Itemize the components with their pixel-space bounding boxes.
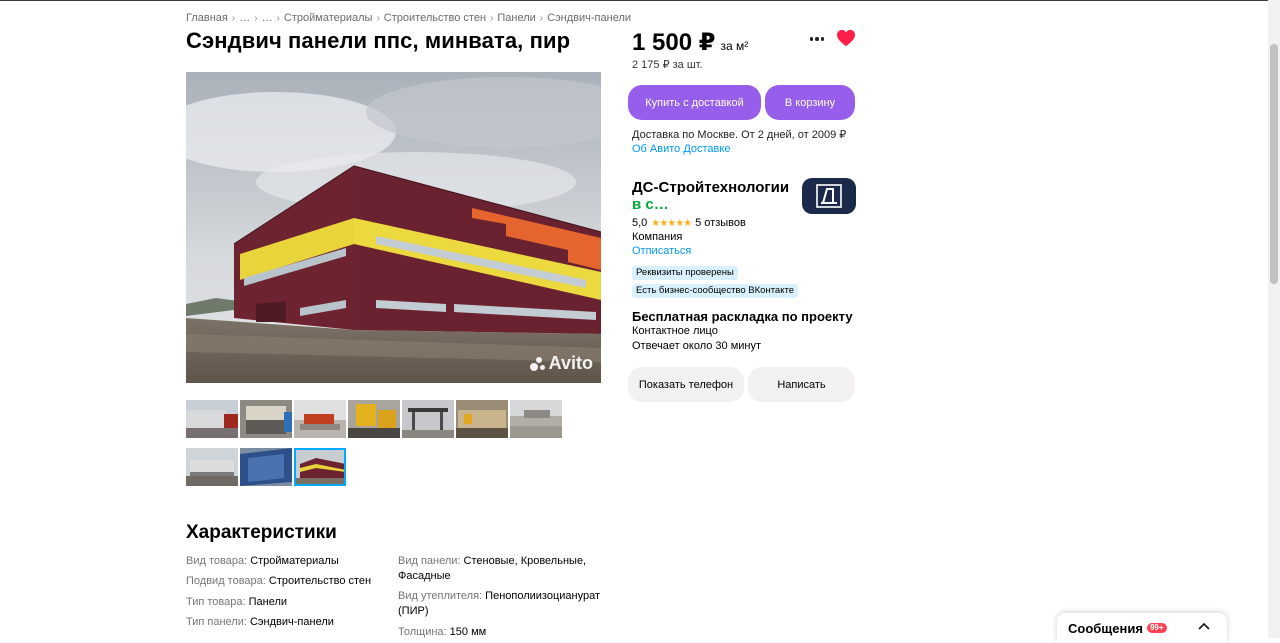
rating-value: 5,0 <box>632 217 648 229</box>
breadcrumb-item-sandwich[interactable]: Сэндвич-панели <box>547 12 631 24</box>
price-unit: за м² <box>720 39 749 53</box>
characteristic-row: Подвид товара: Строительство стен <box>186 574 371 589</box>
avito-logo-icon <box>529 356 546 371</box>
breadcrumb-item-walls[interactable]: Строительство стен <box>384 12 486 24</box>
thumbnail-active[interactable] <box>294 448 346 486</box>
characteristic-value: Стройматериалы <box>250 555 339 567</box>
badge-verified: Реквизиты проверены <box>632 266 738 280</box>
characteristic-key: Тип панели: <box>186 616 250 628</box>
price-per-item: 2 175 ₽ за шт. <box>632 59 703 71</box>
breadcrumb-item-panels[interactable]: Панели <box>497 12 535 24</box>
thumbnail[interactable] <box>186 400 238 438</box>
delivery-info: Доставка по Москве. От 2 дней, от 2009 ₽… <box>632 128 846 156</box>
characteristics-title: Характеристики <box>186 522 337 543</box>
response-time: Отвечает около 30 минут <box>632 340 762 352</box>
characteristic-key: Подвид товара: <box>186 575 269 587</box>
seller-logo-icon <box>816 184 842 208</box>
scrollbar-track[interactable] <box>1268 0 1280 638</box>
characteristic-value: Панели <box>248 596 288 608</box>
thumbnail[interactable] <box>456 400 508 438</box>
delivery-link[interactable]: Об Авито Доставке <box>632 142 846 156</box>
main-photo[interactable]: Avito <box>186 72 601 383</box>
messages-panel[interactable]: Сообщения 99+ <box>1057 613 1227 643</box>
characteristic-row: Вид панели: Стеновые, Кровельные, Фасадн… <box>398 554 598 584</box>
contact-person: Контактное лицо <box>632 325 718 337</box>
breadcrumb-separator-icon: › <box>254 12 258 24</box>
thumbnail[interactable] <box>186 448 238 486</box>
characteristic-row: Вид товара: Стройматериалы <box>186 554 339 569</box>
promo-title: Бесплатная раскладка по проекту <box>632 309 853 324</box>
add-to-cart-button[interactable]: В корзину <box>765 85 855 120</box>
avito-watermark: Avito <box>529 353 593 374</box>
seller-type: Компания <box>632 231 683 243</box>
unsubscribe-link[interactable]: Отписаться <box>632 245 691 257</box>
characteristic-key: Толщина: <box>398 626 450 638</box>
more-dots-icon[interactable] <box>806 30 828 48</box>
characteristic-key: Вид панели: <box>398 555 464 567</box>
breadcrumb-separator-icon: › <box>276 12 280 24</box>
characteristic-row: Вид утеплителя: Пенополиизоцианурат (ПИР… <box>398 589 610 619</box>
chevron-up-icon[interactable] <box>1197 621 1211 631</box>
thumbnail[interactable] <box>510 400 562 438</box>
delivery-text: Доставка по Москве. От 2 дней, от 2009 ₽ <box>632 129 847 141</box>
seller-online-status: в с… <box>632 196 669 213</box>
price-value: 1 500 ₽ <box>632 29 716 56</box>
characteristic-row: Тип панели: Сэндвич-панели <box>186 615 334 630</box>
characteristic-value: Строительство стен <box>268 575 372 587</box>
thumbnail[interactable] <box>402 400 454 438</box>
rating-stars-icon: ★★★★★ <box>651 217 692 229</box>
breadcrumb-separator-icon: › <box>539 12 544 24</box>
page-title: Сэндвич панели ппс, минвата, пир <box>186 28 571 53</box>
breadcrumb-item-home[interactable]: Главная <box>186 12 228 24</box>
show-phone-button[interactable]: Показать телефон <box>628 367 744 402</box>
avito-watermark-text: Avito <box>548 353 593 373</box>
badge-vk-community: Есть бизнес-сообщество ВКонтакте <box>632 284 799 298</box>
messages-label: Сообщения <box>1068 620 1143 636</box>
scrollbar-thumb[interactable] <box>1270 44 1278 284</box>
seller-name-block[interactable]: ДС-Стройтехнологии в с… <box>632 179 798 213</box>
seller-rating[interactable]: 5,0 ★★★★★ 5 отзывов <box>632 217 746 229</box>
characteristic-key: Вид утеплителя: <box>398 590 486 602</box>
breadcrumb-separator-icon: › <box>231 12 236 24</box>
characteristic-key: Тип товара: <box>186 596 249 608</box>
building-photo <box>186 72 601 383</box>
heart-icon[interactable] <box>836 29 856 47</box>
price: 1 500 ₽ за м² <box>632 28 748 57</box>
messages-count-badge: 99+ <box>1146 623 1167 633</box>
thumbnail[interactable] <box>294 400 346 438</box>
window-top-border <box>0 0 1280 1</box>
breadcrumb: Главная › … › … › Стройматериалы › Строи… <box>186 12 631 24</box>
seller-name[interactable]: ДС-Стройтехнологии <box>632 179 789 196</box>
reviews-count[interactable]: 5 отзывов <box>695 217 746 229</box>
seller-logo[interactable] <box>802 178 856 214</box>
characteristic-key: Вид товара: <box>186 555 251 567</box>
characteristic-row: Тип товара: Панели <box>186 595 287 610</box>
breadcrumb-item-materials[interactable]: Стройматериалы <box>284 12 373 24</box>
breadcrumb-item-ellipsis[interactable]: … <box>262 12 273 24</box>
thumbnail[interactable] <box>348 400 400 438</box>
characteristic-value: Сэндвич-панели <box>249 616 334 628</box>
breadcrumb-separator-icon: › <box>490 12 494 24</box>
thumbnail[interactable] <box>240 400 292 438</box>
buy-with-delivery-button[interactable]: Купить с доставкой <box>628 85 761 120</box>
breadcrumb-separator-icon: › <box>376 12 380 24</box>
breadcrumb-item-ellipsis[interactable]: … <box>239 12 250 24</box>
write-message-button[interactable]: Написать <box>748 367 855 402</box>
thumbnail[interactable] <box>240 448 292 486</box>
characteristic-value: 150 мм <box>449 626 487 638</box>
